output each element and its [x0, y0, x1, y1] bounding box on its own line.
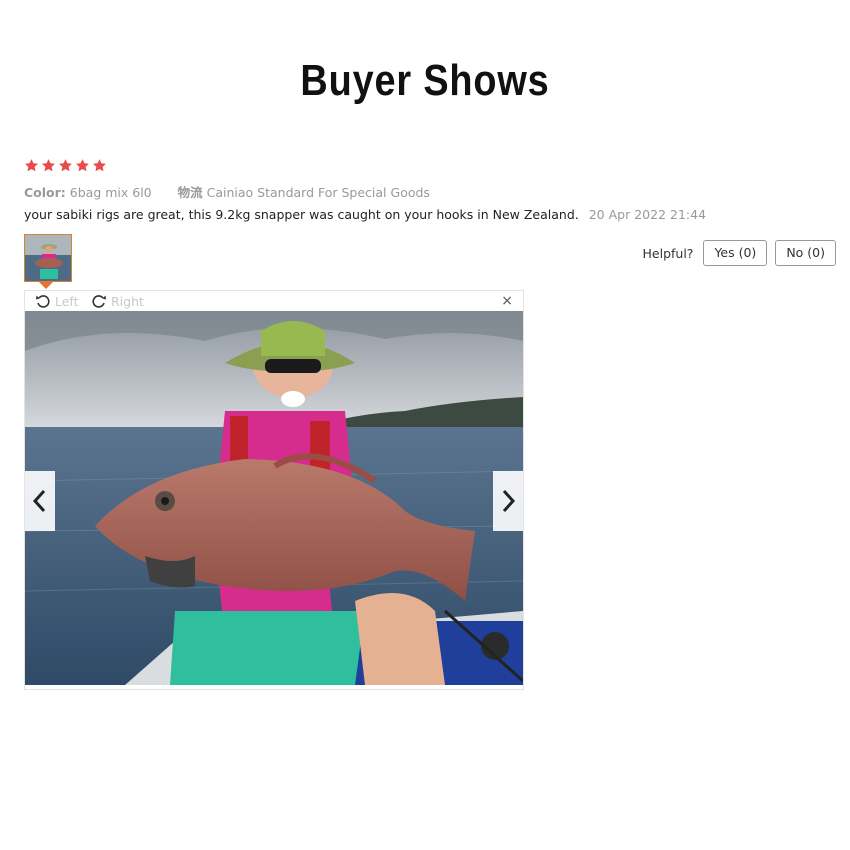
review-photo-thumbnail[interactable]: [24, 234, 72, 282]
star-icon: [42, 159, 55, 172]
chevron-right-icon: [502, 489, 516, 513]
star-icon: [76, 159, 89, 172]
rotate-right-label: Right: [111, 293, 144, 309]
review-photo: [25, 311, 523, 685]
rotate-right-button[interactable]: Right: [91, 293, 144, 309]
review-body: your sabiki rigs are great, this 9.2kg s…: [24, 207, 706, 222]
star-icon: [93, 159, 106, 172]
logistics-label: 物流: [177, 185, 203, 200]
page-title: Buyer Shows: [300, 56, 550, 105]
review-text: your sabiki rigs are great, this 9.2kg s…: [24, 207, 579, 222]
helpful-no-button[interactable]: No (0): [775, 240, 836, 266]
prev-image-button[interactable]: [25, 471, 55, 531]
rotate-right-icon: [92, 295, 106, 308]
rotate-left-icon: [36, 295, 50, 308]
rotate-left-label: Left: [55, 293, 79, 309]
review-date: 20 Apr 2022 21:44: [588, 207, 707, 222]
next-image-button[interactable]: [493, 471, 523, 531]
rating-stars: [24, 158, 107, 176]
image-viewer: Left Right ×: [24, 290, 524, 690]
chevron-left-icon: [32, 489, 46, 513]
color-label: Color:: [24, 185, 66, 200]
logistics-value: Cainiao Standard For Special Goods: [206, 185, 430, 200]
helpful-label: Helpful?: [642, 245, 694, 261]
helpful-group: Helpful? Yes (0) No (0): [643, 240, 836, 266]
close-icon[interactable]: ×: [501, 293, 513, 309]
color-value: 6bag mix 6l0: [69, 185, 152, 200]
review-meta: Color: 6bag mix 6l0 物流 Cainiao Standard …: [24, 182, 430, 201]
viewer-toolbar: Left Right ×: [25, 291, 523, 311]
thumbnail-selected-caret: [39, 282, 53, 289]
rotate-left-button[interactable]: Left: [35, 293, 79, 309]
helpful-yes-button[interactable]: Yes (0): [703, 240, 768, 266]
star-icon: [25, 159, 38, 172]
star-icon: [59, 159, 72, 172]
